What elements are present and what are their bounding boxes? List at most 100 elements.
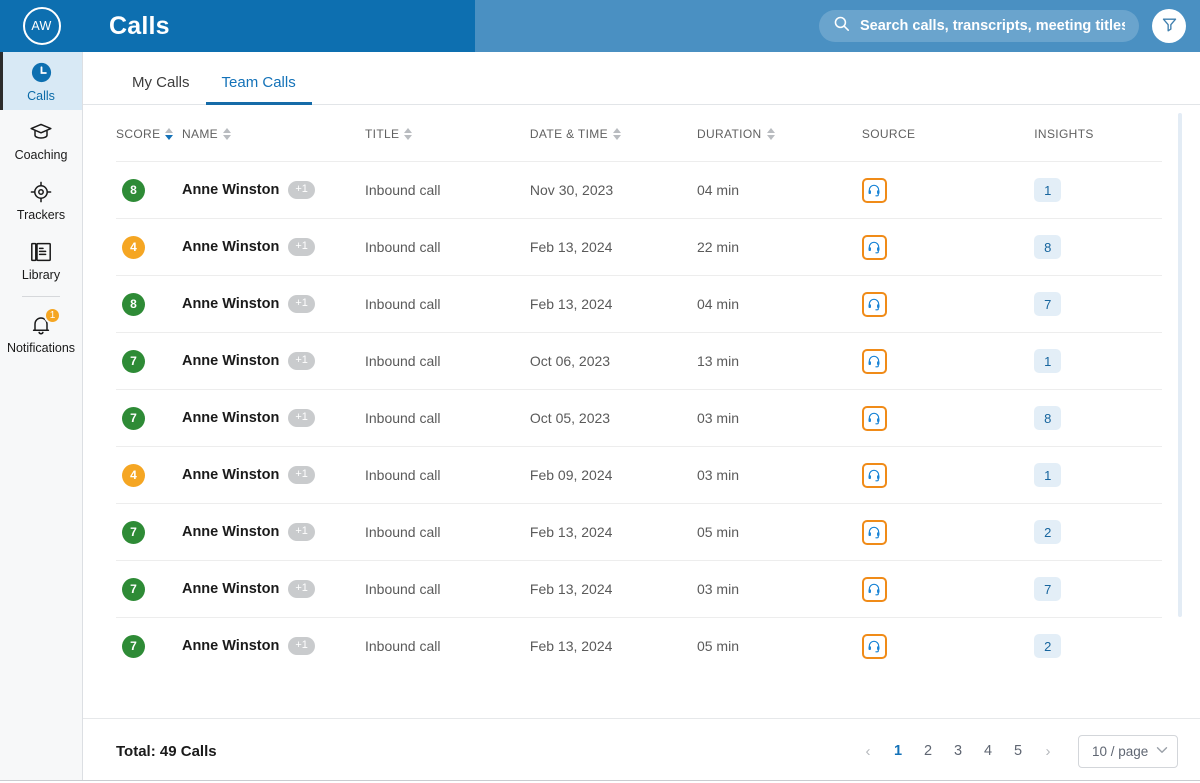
column-header-score[interactable]: SCORE	[116, 105, 182, 162]
participant-name[interactable]: Anne Winston	[182, 638, 279, 654]
search-input[interactable]	[860, 18, 1125, 34]
sidebar-item-notifications-label: Notifications	[7, 342, 75, 355]
cell-duration: 04 min	[697, 162, 862, 219]
column-header-title[interactable]: TITLE	[365, 105, 530, 162]
additional-participants-chip[interactable]: +1	[288, 409, 315, 427]
cell-title[interactable]: Inbound call	[365, 504, 530, 561]
avatar[interactable]: AW	[23, 7, 61, 45]
column-header-name[interactable]: NAME	[182, 105, 365, 162]
pagination-next-button[interactable]: ›	[1034, 737, 1062, 765]
headset-icon[interactable]	[862, 292, 887, 317]
cell-title[interactable]: Inbound call	[365, 618, 530, 675]
cell-duration: 05 min	[697, 504, 862, 561]
participant-name[interactable]: Anne Winston	[182, 296, 279, 312]
headset-icon[interactable]	[862, 463, 887, 488]
cell-score: 4	[116, 447, 182, 504]
main-content: My Calls Team Calls SCORE	[83, 52, 1200, 783]
participant-name[interactable]: Anne Winston	[182, 581, 279, 597]
table-row[interactable]: 8Anne Winston+1Inbound callNov 30, 20230…	[116, 162, 1162, 219]
participant-name[interactable]: Anne Winston	[182, 182, 279, 198]
table-row[interactable]: 7Anne Winston+1Inbound callFeb 13, 20240…	[116, 504, 1162, 561]
sort-toggle-title[interactable]	[404, 128, 412, 140]
additional-participants-chip[interactable]: +1	[288, 523, 315, 541]
table-row[interactable]: 8Anne Winston+1Inbound callFeb 13, 20240…	[116, 276, 1162, 333]
sort-toggle-score[interactable]	[165, 128, 173, 140]
sidebar-item-trackers[interactable]: Trackers	[0, 170, 82, 230]
insights-badge[interactable]: 8	[1034, 406, 1061, 430]
cell-title[interactable]: Inbound call	[365, 162, 530, 219]
cell-title[interactable]: Inbound call	[365, 447, 530, 504]
cell-source	[862, 333, 1034, 390]
search-box[interactable]	[819, 10, 1139, 42]
pagination-page-5[interactable]: 5	[1004, 737, 1032, 765]
participant-name[interactable]: Anne Winston	[182, 524, 279, 540]
additional-participants-chip[interactable]: +1	[288, 637, 315, 655]
cell-score: 4	[116, 219, 182, 276]
cell-source	[862, 618, 1034, 675]
additional-participants-chip[interactable]: +1	[288, 181, 315, 199]
table-row[interactable]: 7Anne Winston+1Inbound callFeb 13, 20240…	[116, 618, 1162, 675]
sort-toggle-date[interactable]	[613, 128, 621, 140]
pagination-page-4[interactable]: 4	[974, 737, 1002, 765]
target-icon	[28, 179, 54, 205]
headset-icon[interactable]	[862, 349, 887, 374]
pagination-page-1[interactable]: 1	[884, 737, 912, 765]
table-row[interactable]: 7Anne Winston+1Inbound callFeb 13, 20240…	[116, 561, 1162, 618]
sidebar-item-notifications[interactable]: 1 Notifications	[0, 303, 82, 363]
per-page-select[interactable]: 10 / page	[1078, 735, 1178, 768]
cell-title[interactable]: Inbound call	[365, 390, 530, 447]
table-row[interactable]: 4Anne Winston+1Inbound callFeb 13, 20242…	[116, 219, 1162, 276]
additional-participants-chip[interactable]: +1	[288, 466, 315, 484]
pagination: ‹ 12345 › 10 / page	[854, 735, 1178, 768]
additional-participants-chip[interactable]: +1	[288, 295, 315, 313]
headset-icon[interactable]	[862, 235, 887, 260]
table-vertical-scrollbar[interactable]	[1178, 113, 1182, 617]
insights-badge[interactable]: 8	[1034, 235, 1061, 259]
headset-icon[interactable]	[862, 634, 887, 659]
headset-icon[interactable]	[862, 406, 887, 431]
cell-date: Oct 05, 2023	[530, 390, 697, 447]
headset-icon[interactable]	[862, 520, 887, 545]
insights-badge[interactable]: 7	[1034, 577, 1061, 601]
insights-badge[interactable]: 2	[1034, 520, 1061, 544]
cell-title[interactable]: Inbound call	[365, 219, 530, 276]
filter-button[interactable]	[1152, 9, 1186, 43]
additional-participants-chip[interactable]: +1	[288, 238, 315, 256]
sidebar-item-library[interactable]: Library	[0, 230, 82, 290]
cell-title[interactable]: Inbound call	[365, 276, 530, 333]
insights-badge[interactable]: 1	[1034, 349, 1061, 373]
insights-badge[interactable]: 7	[1034, 292, 1061, 316]
tab-team-calls[interactable]: Team Calls	[206, 74, 312, 104]
table-row[interactable]: 7Anne Winston+1Inbound callOct 05, 20230…	[116, 390, 1162, 447]
insights-badge[interactable]: 1	[1034, 178, 1061, 202]
pagination-page-3[interactable]: 3	[944, 737, 972, 765]
sidebar-divider	[22, 296, 60, 297]
pagination-page-2[interactable]: 2	[914, 737, 942, 765]
insights-badge[interactable]: 1	[1034, 463, 1061, 487]
sort-toggle-name[interactable]	[223, 128, 231, 140]
table-row[interactable]: 7Anne Winston+1Inbound callOct 06, 20231…	[116, 333, 1162, 390]
column-header-date[interactable]: DATE & TIME	[530, 105, 697, 162]
sort-toggle-duration[interactable]	[767, 128, 775, 140]
column-header-duration[interactable]: DURATION	[697, 105, 862, 162]
headset-icon[interactable]	[862, 577, 887, 602]
headset-icon[interactable]	[862, 178, 887, 203]
cell-title[interactable]: Inbound call	[365, 561, 530, 618]
cell-name: Anne Winston +1	[182, 561, 365, 618]
participant-name[interactable]: Anne Winston	[182, 467, 279, 483]
table-row[interactable]: 4Anne Winston+1Inbound callFeb 09, 20240…	[116, 447, 1162, 504]
tab-my-calls[interactable]: My Calls	[116, 74, 206, 104]
insights-badge[interactable]: 2	[1034, 634, 1061, 658]
sidebar-item-coaching[interactable]: Coaching	[0, 110, 82, 170]
column-header-title-label: TITLE	[365, 127, 399, 141]
pagination-prev-button[interactable]: ‹	[854, 737, 882, 765]
additional-participants-chip[interactable]: +1	[288, 352, 315, 370]
cell-source	[862, 504, 1034, 561]
participant-name[interactable]: Anne Winston	[182, 353, 279, 369]
sidebar-item-calls[interactable]: Calls	[0, 52, 82, 110]
cell-title[interactable]: Inbound call	[365, 333, 530, 390]
additional-participants-chip[interactable]: +1	[288, 580, 315, 598]
participant-name[interactable]: Anne Winston	[182, 410, 279, 426]
participant-name[interactable]: Anne Winston	[182, 239, 279, 255]
column-header-date-label: DATE & TIME	[530, 127, 608, 141]
